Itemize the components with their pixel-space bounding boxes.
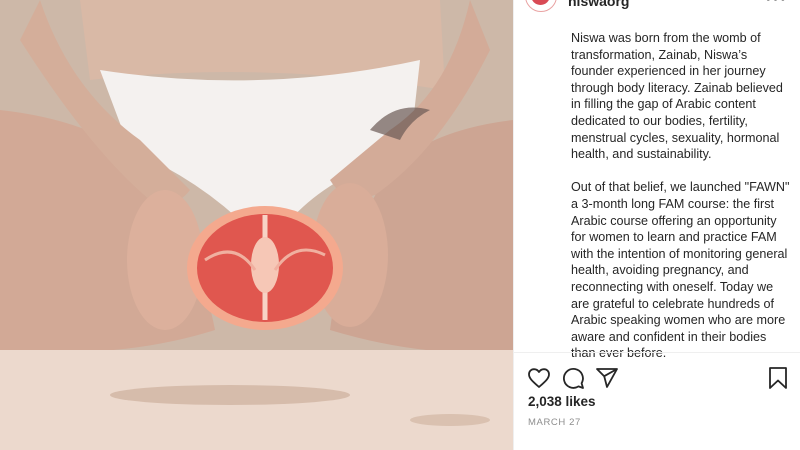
caption-paragraph: Niswa was born from the womb of transfor…: [571, 31, 783, 162]
comment-icon[interactable]: [561, 366, 585, 390]
more-options-icon[interactable]: •••: [765, 0, 787, 9]
post-photo[interactable]: [0, 0, 513, 450]
post-side-panel: niswaorg ••• Niswa was born from the wom…: [513, 0, 800, 450]
likes-count[interactable]: 2,038 likes: [528, 394, 596, 409]
post-date[interactable]: MARCH 27: [528, 417, 581, 428]
divider: [514, 352, 800, 353]
post-header: niswaorg •••: [514, 0, 800, 14]
photo-illustration: [0, 0, 513, 450]
share-icon[interactable]: [595, 366, 619, 390]
username-link[interactable]: niswaorg: [568, 0, 629, 9]
avatar[interactable]: [525, 0, 557, 12]
heart-icon[interactable]: [527, 366, 551, 390]
bookmark-icon[interactable]: [766, 366, 790, 390]
post-caption: Niswa was born from the womb of transfor…: [571, 30, 793, 378]
post-actions: [514, 362, 800, 392]
caption-paragraph: Out of that belief, we launched "FAWN" a…: [571, 180, 790, 361]
